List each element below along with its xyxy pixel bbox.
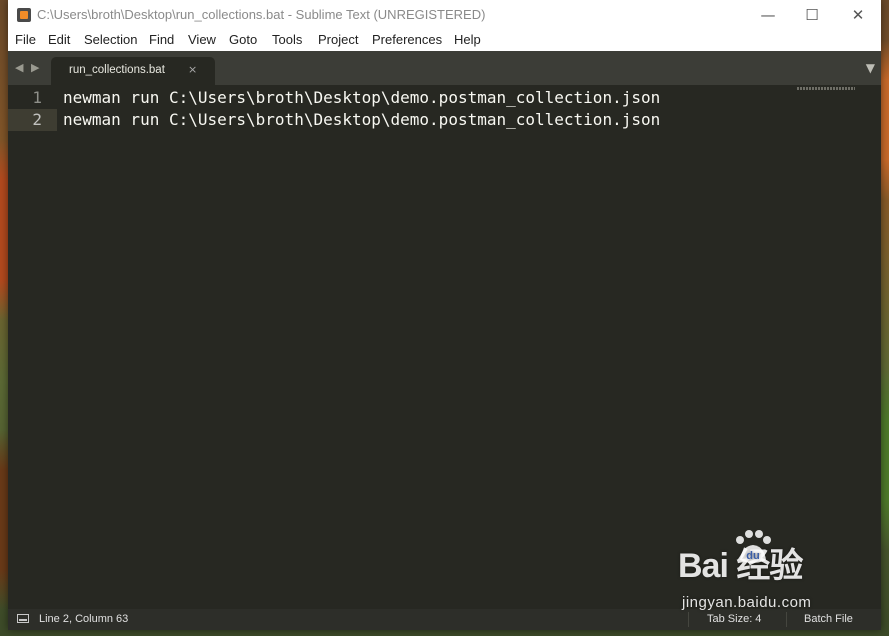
minimize-button[interactable]: —: [745, 0, 791, 30]
menu-help[interactable]: Help: [454, 32, 481, 47]
menu-preferences[interactable]: Preferences: [372, 32, 442, 47]
tab-close-icon[interactable]: ×: [188, 63, 197, 76]
line-text[interactable]: newman run C:\Users\broth\Desktop\demo.p…: [63, 109, 660, 131]
line-text[interactable]: newman run C:\Users\broth\Desktop\demo.p…: [63, 87, 660, 109]
menu-file[interactable]: File: [15, 32, 36, 47]
watermark-site: jingyan.baidu.com: [682, 594, 812, 611]
tab-list-dropdown-icon[interactable]: ▼: [866, 61, 875, 75]
code-line-current[interactable]: 2 newman run C:\Users\broth\Desktop\demo…: [8, 109, 881, 131]
menu-goto[interactable]: Goto: [229, 32, 257, 47]
tab-size-selector[interactable]: Tab Size: 4: [707, 613, 761, 625]
sublime-app-icon: [17, 8, 31, 22]
code-line[interactable]: 1 newman run C:\Users\broth\Desktop\demo…: [8, 87, 881, 109]
menu-view[interactable]: View: [188, 32, 216, 47]
close-button[interactable]: ✕: [835, 0, 881, 30]
cursor-position: Line 2, Column 63: [39, 613, 129, 625]
line-number: 1: [32, 88, 42, 107]
menu-project[interactable]: Project: [318, 32, 358, 47]
back-arrow-icon[interactable]: ◀: [15, 61, 23, 74]
status-divider: [688, 612, 689, 627]
status-divider: [786, 612, 787, 627]
line-number: 2: [8, 109, 57, 131]
tab-bar: ◀ ▶ run_collections.bat × ▼: [8, 51, 881, 85]
maximize-button[interactable]: ☐: [789, 0, 835, 30]
syntax-selector[interactable]: Batch File: [804, 613, 853, 625]
baidu-jingyan-watermark: Bai 经验 du jingyan.baidu.com: [678, 530, 811, 611]
menu-selection[interactable]: Selection: [84, 32, 137, 47]
forward-arrow-icon[interactable]: ▶: [31, 61, 39, 74]
menu-tools[interactable]: Tools: [272, 32, 302, 47]
baidu-paw-logo: du: [736, 530, 771, 563]
menu-find[interactable]: Find: [149, 32, 174, 47]
title-bar: C:\Users\broth\Desktop\run_collections.b…: [8, 0, 881, 30]
tab-run-collections[interactable]: run_collections.bat ×: [51, 57, 215, 85]
menu-edit[interactable]: Edit: [48, 32, 70, 47]
panel-toggle-icon[interactable]: [17, 614, 29, 623]
menu-bar: File Edit Selection Find View Goto Tools…: [8, 30, 881, 51]
window-title: C:\Users\broth\Desktop\run_collections.b…: [37, 7, 486, 22]
tab-label: run_collections.bat: [69, 64, 165, 76]
status-bar: Line 2, Column 63 Tab Size: 4 Batch File: [8, 609, 881, 630]
paw-du-text: du: [746, 550, 759, 562]
